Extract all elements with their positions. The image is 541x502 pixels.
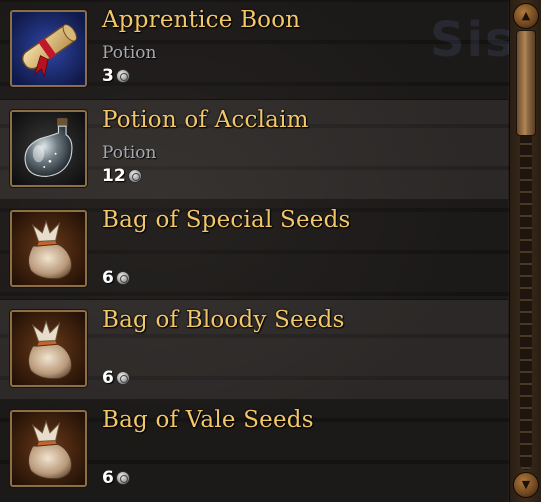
item-quantity: 6 xyxy=(102,468,130,488)
item-quantity: 6 xyxy=(102,368,130,388)
item-quantity: 6 xyxy=(102,268,130,288)
item-type: Potion xyxy=(102,143,157,163)
item-type: Potion xyxy=(102,43,157,63)
quantity-value: 6 xyxy=(102,268,114,288)
item-row-bag-of-vale-seeds[interactable]: Bag of Vale Seeds 6 xyxy=(0,400,508,502)
item-name: Potion of Acclaim xyxy=(102,107,309,133)
item-list: Apprentice Boon Potion 3 Potion of Accla… xyxy=(0,0,508,502)
silver-coin-icon xyxy=(115,471,130,485)
scrollbar-thumb[interactable] xyxy=(516,30,536,136)
item-row-apprentice-boon[interactable]: Apprentice Boon Potion 3 xyxy=(0,0,508,100)
seed-bag-icon xyxy=(10,210,87,287)
inventory-panel: Sis Apprentice Boon Potion 3 Potion of A… xyxy=(0,0,541,502)
quantity-value: 3 xyxy=(102,66,114,86)
quantity-value: 6 xyxy=(102,368,114,388)
silver-coin-icon xyxy=(115,371,130,385)
scrollbar[interactable]: ▲ ▼ xyxy=(509,0,541,502)
item-row-bag-of-bloody-seeds[interactable]: Bag of Bloody Seeds 6 xyxy=(0,300,508,400)
potion-flask-icon xyxy=(10,110,87,187)
item-name: Bag of Special Seeds xyxy=(102,207,351,233)
arrow-up-icon[interactable]: ▲ xyxy=(513,3,539,29)
seed-bag-icon xyxy=(10,310,87,387)
item-row-bag-of-special-seeds[interactable]: Bag of Special Seeds 6 xyxy=(0,200,508,300)
quantity-value: 12 xyxy=(102,166,126,186)
item-quantity: 12 xyxy=(102,166,142,186)
silver-coin-icon xyxy=(115,69,130,83)
item-name: Apprentice Boon xyxy=(102,7,301,33)
item-name: Bag of Bloody Seeds xyxy=(102,307,345,333)
item-row-potion-of-acclaim[interactable]: Potion of Acclaim Potion 12 xyxy=(0,100,508,200)
item-name: Bag of Vale Seeds xyxy=(102,407,314,433)
silver-coin-icon xyxy=(127,169,142,183)
quantity-value: 6 xyxy=(102,468,114,488)
silver-coin-icon xyxy=(115,271,130,285)
seed-bag-icon xyxy=(10,410,87,487)
scroll-icon xyxy=(10,10,87,87)
item-quantity: 3 xyxy=(102,66,130,86)
arrow-down-icon[interactable]: ▼ xyxy=(513,472,539,498)
